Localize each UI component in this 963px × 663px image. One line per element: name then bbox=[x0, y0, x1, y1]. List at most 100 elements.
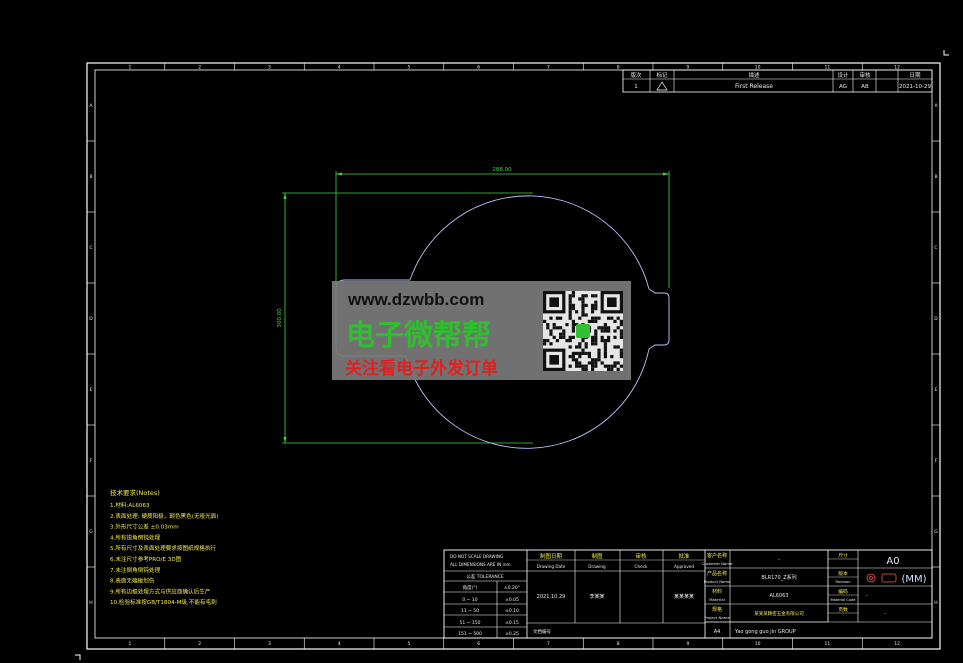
border-col-top-12: 12 bbox=[894, 65, 900, 71]
dimension-height-label: 300.00 bbox=[277, 308, 283, 328]
border-col-bottom-7: 7 bbox=[547, 641, 550, 647]
border-row-left-E: E bbox=[90, 387, 93, 393]
label-date: 制图日期 bbox=[540, 552, 563, 560]
border-row-right-H: H bbox=[934, 600, 937, 606]
note-line: 9.所有边框处理方式与供应商确认后生产 bbox=[110, 587, 211, 595]
border-col-bottom-3: 3 bbox=[268, 641, 271, 647]
value-approve: 某某某某 bbox=[674, 594, 694, 600]
note-line: 4.所有锐角倒钝处理 bbox=[110, 533, 160, 541]
note-line: 3.外形尺寸公差 ±0.03mm bbox=[110, 523, 179, 531]
value-units: (MM) bbox=[901, 574, 926, 585]
label-code-en: Material Code bbox=[831, 598, 857, 602]
watermark-slogan: 关注看电子外发订单 bbox=[345, 358, 498, 379]
tolerance-range: 0 ~ 10 bbox=[462, 597, 477, 603]
label-product-en: Product Name bbox=[704, 579, 731, 584]
disclaimer-line-1: DO NOT SCALE DRAWING bbox=[450, 554, 503, 559]
border-row-left-C: C bbox=[89, 245, 92, 251]
value-size: A0 bbox=[886, 556, 899, 567]
border-col-bottom-4: 4 bbox=[338, 641, 341, 647]
label-check-en: Check bbox=[635, 564, 648, 569]
tolerance-range: 角度(°) bbox=[463, 584, 478, 591]
cad-drawing: 112233445566778899101011111212 A AB BC CD DE… bbox=[75, 50, 949, 660]
border-col-top-11: 11 bbox=[825, 65, 831, 71]
tolerance-value: ±0.15 bbox=[505, 620, 519, 626]
rev-header-mark: 标记 bbox=[656, 71, 668, 79]
watermark-url: www.dzwbb.com bbox=[347, 290, 484, 309]
border-row-right-D: D bbox=[934, 316, 938, 322]
disclaimer-line-2: ALL DIMENSIONS ARE IN mm bbox=[450, 562, 511, 567]
tolerance-range: 11 ~ 50 bbox=[461, 608, 479, 614]
label-drawn-en: Drawing bbox=[588, 564, 606, 569]
border-col-bottom-1: 1 bbox=[128, 641, 131, 647]
border-col-bottom-8: 8 bbox=[617, 641, 620, 647]
border-row-left-G: G bbox=[89, 529, 93, 535]
label-code: 编码 bbox=[838, 588, 848, 595]
label-product: 产品名称 bbox=[707, 570, 727, 577]
value-code: - bbox=[884, 611, 886, 617]
qr-code-icon bbox=[543, 291, 623, 371]
border-col-top-5: 5 bbox=[407, 65, 410, 71]
border-row-right-G: G bbox=[934, 529, 938, 535]
rev-row-check: AB bbox=[861, 84, 869, 90]
border-row-left-A: A bbox=[89, 103, 93, 109]
label-unit: 页数 bbox=[838, 606, 848, 613]
border-row-left-H: H bbox=[89, 600, 92, 606]
border-col-bottom-5: 5 bbox=[407, 641, 410, 647]
border-row-right-C: C bbox=[934, 245, 937, 251]
border-col-top-3: 3 bbox=[268, 65, 271, 71]
rev-row-number: 1 bbox=[634, 84, 638, 90]
border-row-left-D: D bbox=[89, 316, 93, 322]
label-rev-en: Revision bbox=[835, 580, 850, 584]
value-a4: A4 bbox=[714, 629, 721, 635]
rev-header-date: 日期 bbox=[909, 72, 921, 79]
border-col-bottom-11: 11 bbox=[825, 641, 831, 647]
rev-row-date: 2021-10-29 bbox=[899, 84, 931, 90]
label-material-en: Material bbox=[709, 597, 724, 602]
border-row-right-F: F bbox=[935, 458, 938, 464]
value-rev: - bbox=[866, 593, 868, 599]
watermark-title: 电子微帮帮 bbox=[346, 318, 491, 352]
value-company: Yao gong guo jin GROUP bbox=[734, 629, 796, 635]
rev-header-version: 版次 bbox=[630, 71, 642, 79]
label-date-en: Drawing Date bbox=[537, 564, 566, 569]
title-block: DO NOT SCALE DRAWING ALL DIMENSIONS ARE … bbox=[443, 549, 933, 639]
label-approve-en: Approved bbox=[674, 564, 694, 569]
label-drawn: 制图 bbox=[591, 552, 603, 560]
tolerance-header: 公差 TOLERANCE bbox=[466, 573, 504, 580]
label-proj-name-en: Project Name bbox=[704, 615, 730, 620]
rev-header-check: 审核 bbox=[859, 71, 871, 79]
dimension-width-label: 288.00 bbox=[492, 167, 512, 173]
tolerance-value: ±0.25 bbox=[505, 631, 519, 637]
rev-header-desc: 描述 bbox=[748, 71, 760, 79]
border-col-top-2: 2 bbox=[198, 65, 201, 71]
revision-table: 版次 标记 描述 设计 审核 日期 1 First Release AG AB … bbox=[622, 69, 933, 93]
border-col-top-7: 7 bbox=[547, 65, 550, 71]
value-date: 2021.10.29 bbox=[537, 594, 566, 600]
note-line: 7.未注倒角倒钝处理 bbox=[110, 566, 160, 574]
tolerance-value: ±0.20° bbox=[504, 585, 520, 591]
label-rev: 版本 bbox=[838, 570, 848, 577]
label-size: 尺寸 bbox=[838, 552, 848, 559]
corner-mark-bottom-left bbox=[75, 654, 81, 660]
projection-cone-icon bbox=[881, 573, 897, 583]
rev-row-desc: First Release bbox=[735, 83, 773, 90]
border-col-top-9: 9 bbox=[686, 65, 689, 71]
border-col-top-1: 1 bbox=[128, 65, 131, 71]
value-project: 某某某精密五金有限公司 bbox=[754, 610, 804, 617]
value-product: BLR170_Z系列 bbox=[761, 574, 796, 581]
label-check: 审核 bbox=[635, 552, 647, 560]
note-line: 5.所有尺寸及表面处理要求按图纸规格执行 bbox=[110, 544, 216, 552]
tolerance-value: ±0.05 bbox=[505, 597, 519, 603]
value-customer: - bbox=[778, 557, 780, 563]
border-row-right-B: B bbox=[934, 174, 937, 180]
border-row-left-F: F bbox=[90, 458, 93, 464]
label-approve: 批准 bbox=[678, 552, 690, 560]
corner-mark-top-right bbox=[943, 50, 949, 56]
border-col-top-8: 8 bbox=[617, 65, 620, 71]
note-line: 2.表面处理: 硬质阳极，颜色黑色(无哑光面) bbox=[110, 512, 218, 520]
label-customer-en: Customer Name bbox=[702, 561, 734, 566]
border-col-bottom-6: 6 bbox=[477, 641, 480, 647]
rev-header-design: 设计 bbox=[837, 71, 849, 79]
note-line: 6.未注尺寸参考PRO/E 3D图 bbox=[110, 555, 182, 563]
value-material: AL6063 bbox=[770, 593, 789, 599]
